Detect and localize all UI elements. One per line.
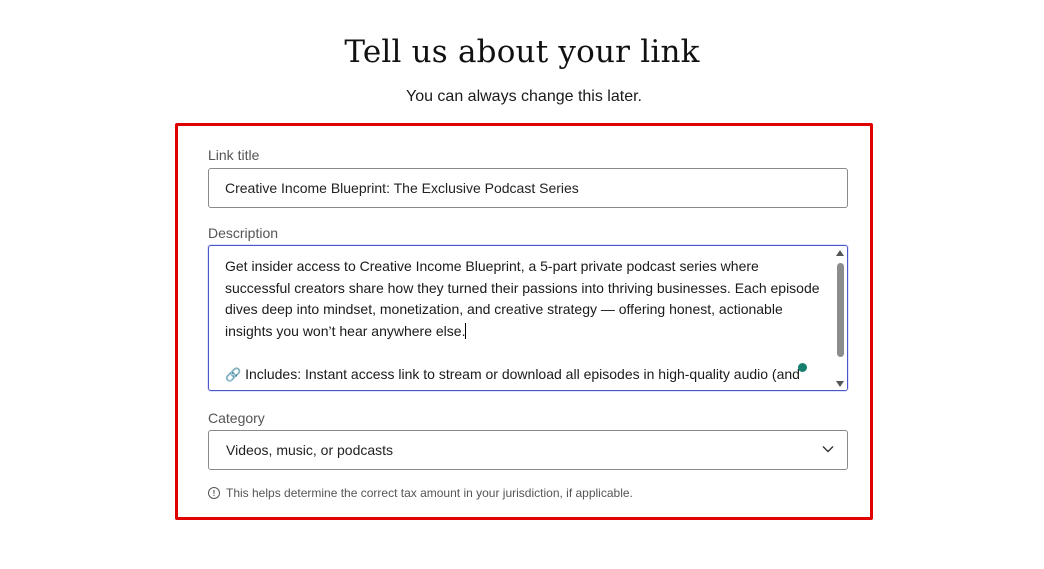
link-details-form: Link title Description Get insider acces…	[175, 123, 873, 520]
description-includes-line: Includes: Instant access link to stream …	[245, 365, 800, 382]
link-icon: 🔗	[225, 366, 242, 382]
description-scrollbar[interactable]	[834, 246, 847, 390]
text-caret	[465, 322, 467, 339]
link-title-label: Link title	[208, 147, 260, 163]
scroll-down-arrow-icon[interactable]	[836, 381, 844, 387]
grammarly-indicator-icon[interactable]	[798, 363, 807, 372]
help-text: This helps determine the correct tax amo…	[226, 486, 633, 500]
link-title-input[interactable]	[208, 168, 848, 208]
page-title: Tell us about your link	[344, 34, 700, 70]
description-label: Description	[208, 225, 279, 241]
description-textarea[interactable]: Get insider access to Creative Income Bl…	[208, 245, 848, 391]
tax-help-text: ! This helps determine the correct tax a…	[208, 486, 633, 500]
scrollbar-thumb[interactable]	[837, 263, 844, 357]
category-label: Category	[208, 410, 265, 426]
info-icon: !	[208, 487, 220, 499]
category-select[interactable]: Videos, music, or podcasts	[208, 430, 848, 470]
category-selected-value: Videos, music, or podcasts	[226, 442, 394, 458]
page-subtitle: You can always change this later.	[405, 88, 642, 105]
chevron-down-icon	[822, 446, 834, 453]
scroll-up-arrow-icon[interactable]	[836, 250, 844, 256]
description-text[interactable]: Get insider access to Creative Income Bl…	[225, 256, 821, 385]
description-paragraph: Get insider access to Creative Income Bl…	[225, 258, 824, 339]
